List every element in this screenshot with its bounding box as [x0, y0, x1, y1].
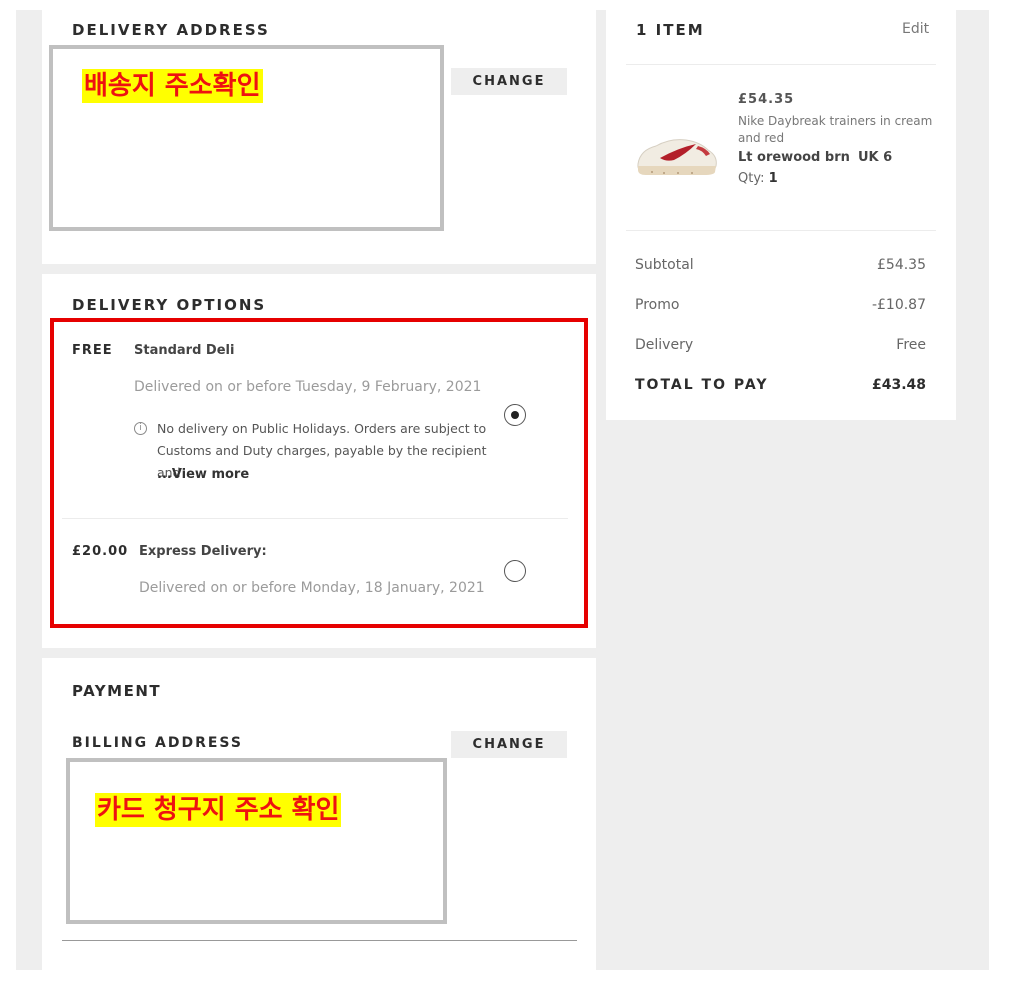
item-name[interactable]: Nike Daybreak trainers in cream and red	[738, 113, 933, 147]
express-delivery-price: £20.00	[72, 544, 129, 559]
delivery-address-title: DELIVERY ADDRESS	[72, 21, 270, 39]
standard-delivery-price: FREE	[72, 343, 113, 358]
total-label: TOTAL TO PAY	[635, 377, 769, 393]
item-color: Lt orewood brn	[738, 150, 850, 165]
payment-divider	[62, 940, 577, 941]
summary-top-divider	[626, 64, 936, 65]
change-delivery-address-button[interactable]: CHANGE	[451, 68, 567, 95]
item-qty-value: 1	[768, 171, 778, 186]
delivery-options-title: DELIVERY OPTIONS	[72, 296, 267, 314]
item-qty: Qty: 1	[738, 171, 778, 186]
info-icon: i	[134, 422, 147, 435]
express-delivery-radio[interactable]	[504, 560, 526, 582]
change-billing-address-button[interactable]: CHANGE	[451, 731, 567, 758]
delivery-value: Free	[896, 337, 926, 353]
standard-delivery-radio[interactable]	[504, 404, 526, 426]
subtotal-value: £54.35	[877, 257, 926, 273]
payment-title: PAYMENT	[72, 682, 162, 700]
view-more-link[interactable]: ...View more	[157, 467, 249, 482]
delivery-label: Delivery	[635, 337, 694, 353]
item-qty-label: Qty:	[738, 171, 765, 186]
billing-address-title: BILLING ADDRESS	[72, 735, 243, 751]
standard-delivery-name: Standard Deli	[134, 343, 235, 358]
order-summary-panel	[606, 10, 956, 420]
item-price: £54.35	[738, 92, 795, 107]
total-value: £43.48	[871, 377, 926, 393]
options-divider	[62, 518, 568, 519]
express-delivery-name: Express Delivery:	[139, 544, 267, 559]
billing-address-box	[66, 758, 447, 924]
summary-mid-divider	[626, 230, 936, 231]
standard-delivery-date: Delivered on or before Tuesday, 9 Februa…	[134, 379, 482, 395]
item-count-title: 1 ITEM	[636, 21, 705, 39]
promo-label: Promo	[635, 297, 680, 313]
express-delivery-date: Delivered on or before Monday, 18 Januar…	[139, 580, 485, 596]
promo-value: -£10.87	[871, 297, 926, 313]
subtotal-label: Subtotal	[635, 257, 694, 273]
edit-link[interactable]: Edit	[902, 21, 929, 37]
sneaker-image	[637, 139, 717, 175]
delivery-address-annotation: 배송지 주소확인	[82, 69, 263, 103]
billing-address-annotation: 카드 청구지 주소 확인	[95, 793, 342, 827]
item-size: UK 6	[858, 150, 893, 165]
